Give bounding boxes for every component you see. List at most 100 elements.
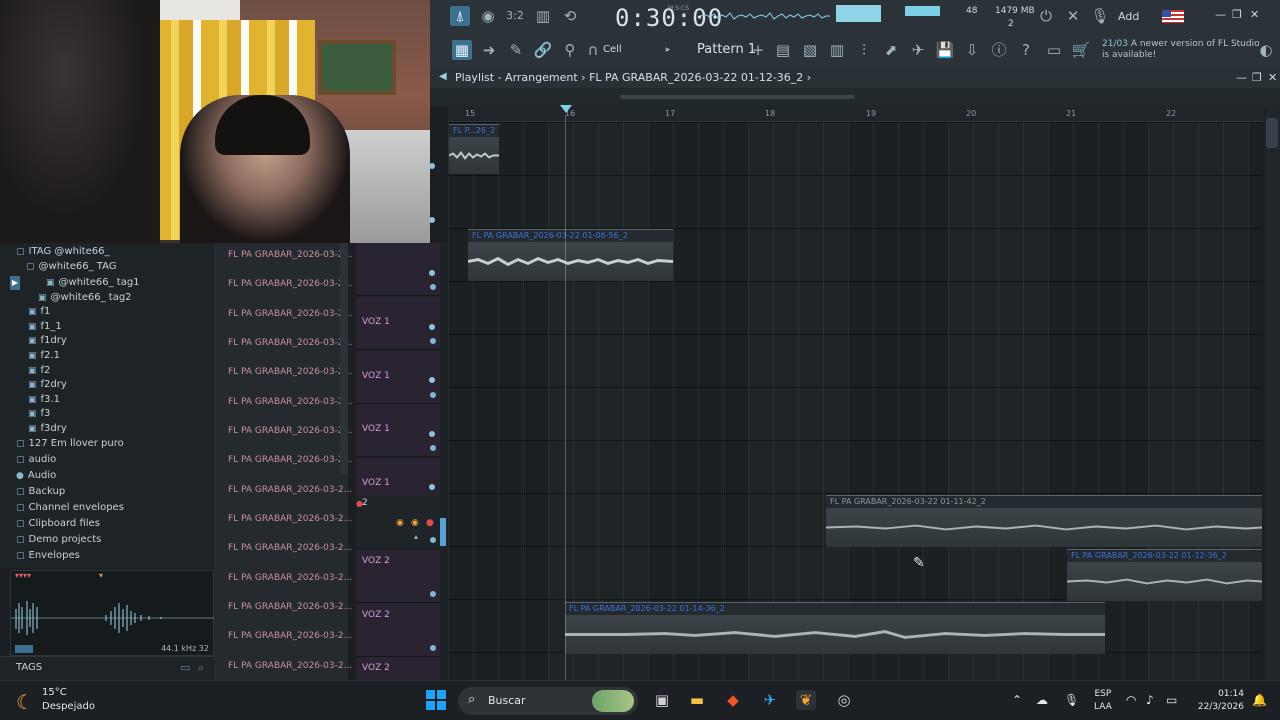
record-arm-icon[interactable]: ● <box>426 518 434 528</box>
moon-icon[interactable]: ☾ <box>16 690 34 714</box>
track-name[interactable]: FL PA GRABAR_2026-03-2... <box>228 631 352 641</box>
step-edit-icon[interactable]: ▥ <box>533 6 553 26</box>
browser-item[interactable]: ▢ Demo projects <box>16 534 101 545</box>
help-icon[interactable]: ? <box>1016 40 1036 60</box>
battery-icon[interactable]: ▭ <box>1166 693 1177 707</box>
browser-item[interactable]: ● Audio <box>16 470 56 481</box>
fl-logo-icon[interactable]: ◐ <box>1256 40 1276 60</box>
track-name[interactable]: FL PA GRABAR_2026-03-2... <box>228 485 352 495</box>
render-icon[interactable]: ⇩ <box>962 40 982 60</box>
taskbar-search[interactable]: ⌕ Buscar <box>458 687 638 715</box>
track-name[interactable]: FL PA GRABAR_2026-03-2... <box>228 367 352 377</box>
power-icon[interactable]: ⏻ <box>1036 6 1056 26</box>
browser-item[interactable]: ▣ f2dry <box>28 379 67 390</box>
track-name[interactable]: FL PA GRABAR_2026-03-2... <box>228 426 352 436</box>
browser-item[interactable]: ▣ @white66_ tag1 <box>46 277 140 288</box>
task-view-icon[interactable]: ▣ <box>652 690 672 710</box>
playlist-grid[interactable]: FL P...26_2 FL PA GRABAR_2026-03-22 01-0… <box>448 122 1262 680</box>
audio-clip[interactable]: FL PA GRABAR_2026-03-22 01-12-36_2 <box>1067 549 1262 601</box>
pencil-icon[interactable]: ✎ <box>506 40 526 60</box>
track-name[interactable]: FL PA GRABAR_2026-03-2... <box>228 661 352 671</box>
track-status-dot[interactable] <box>430 537 436 543</box>
play-icon[interactable]: ◀ <box>439 71 447 82</box>
track-status-dot[interactable] <box>430 338 436 344</box>
close-icon[interactable]: ✕ <box>1250 8 1259 21</box>
weather-temperature[interactable]: 15°C <box>42 687 67 698</box>
track-name[interactable]: FL PA GRABAR_2026-03-2... <box>228 397 352 407</box>
windows-start-icon[interactable] <box>426 690 446 710</box>
magnet-icon[interactable]: ∩ <box>583 40 603 60</box>
track-header[interactable]: VOZ 2 <box>356 550 440 603</box>
browser-item[interactable]: ▣ @white66_ tag2 <box>38 292 132 303</box>
browser-item[interactable]: ▢ Envelopes <box>16 550 80 561</box>
browser-item[interactable]: ▢ Channel envelopes <box>16 502 124 513</box>
metronome-icon[interactable]: ⍋ <box>450 6 470 26</box>
flag-icon[interactable] <box>1162 10 1184 23</box>
browser-item[interactable]: ▢ Backup <box>16 486 65 497</box>
track-status-dot[interactable] <box>430 445 436 451</box>
preview-button[interactable] <box>15 645 33 653</box>
playlist-icon[interactable]: ▦ <box>452 40 472 60</box>
vertical-scroll-thumb[interactable] <box>1266 118 1278 148</box>
window-icon[interactable]: ▭ <box>1044 40 1064 60</box>
track-name[interactable]: FL PA GRABAR_2026-03-2... <box>228 455 352 465</box>
update-notice[interactable]: 21/03 A newer version of FL Studio is av… <box>1102 39 1260 61</box>
tray-chevron-icon[interactable]: ⌃ <box>1012 693 1022 707</box>
fl-studio-icon[interactable]: ❦ <box>796 690 816 710</box>
channel-rack-icon[interactable]: ▧ <box>800 40 820 60</box>
snap-selector[interactable]: Cell <box>603 44 622 55</box>
browser-item[interactable]: ▢ @white66_ TAG <box>26 261 117 272</box>
plugin-icon[interactable]: ⫶ <box>854 40 874 60</box>
piano-roll-icon[interactable]: ▥ <box>827 40 847 60</box>
file-explorer-icon[interactable]: ▬ <box>687 690 707 710</box>
track-status-dot[interactable] <box>430 284 436 290</box>
loop-record-icon[interactable]: ⟲ <box>560 6 580 26</box>
app-icon[interactable]: ◎ <box>834 690 854 710</box>
track-name[interactable]: FL PA GRABAR_2026-03-2... <box>228 309 352 319</box>
search-icon[interactable]: ⌕ <box>198 661 204 675</box>
add-button[interactable]: Add <box>1118 10 1139 23</box>
track-status-dot[interactable] <box>430 392 436 398</box>
browser-item[interactable]: ▣ f3dry <box>28 423 67 434</box>
browser-item[interactable]: ▣ f1_1 <box>28 321 62 332</box>
track-name[interactable]: FL PA GRABAR_2026-03-2... <box>228 338 352 348</box>
track-name[interactable]: FL PA GRABAR_2026-03-2... <box>228 543 352 553</box>
track-header-selected[interactable]: 2 ● ◉ ◉ ● ▴ <box>356 496 440 549</box>
info-icon[interactable]: ⓘ <box>989 40 1009 60</box>
collapse-icon[interactable]: ▴ <box>414 532 418 541</box>
browser-item[interactable]: ▣ f1 <box>28 306 50 317</box>
track-status-dot[interactable] <box>430 591 436 597</box>
mute-icon[interactable]: ◉ <box>396 518 404 528</box>
snap-arrow-icon[interactable]: ▸ <box>658 40 678 60</box>
track-name[interactable]: FL PA GRABAR_2026-03-2... <box>228 279 352 289</box>
track-header[interactable]: VOZ 1 <box>356 404 440 457</box>
microphone-icon[interactable]: 🎙 <box>1090 6 1110 26</box>
playlist-overview[interactable] <box>430 88 1280 106</box>
track-name[interactable]: FL PA GRABAR_2026-03-2... <box>228 573 352 583</box>
cart-icon[interactable]: 🛒 <box>1071 40 1091 60</box>
stamp-icon[interactable]: ⚲ <box>560 40 580 60</box>
telegram-icon[interactable]: ✈ <box>760 690 780 710</box>
vertical-scrollbar[interactable] <box>1265 106 1280 680</box>
horizontal-scroll-thumb[interactable] <box>620 95 855 99</box>
playlist-close-icon[interactable]: ✕ <box>1268 71 1277 84</box>
browser-item[interactable]: ▣ f2 <box>28 365 50 376</box>
onedrive-icon[interactable]: ☁ <box>1036 693 1048 707</box>
minimize-icon[interactable]: — <box>1215 8 1226 21</box>
microphone-icon[interactable]: 🎙 <box>1064 693 1079 707</box>
brave-browser-icon[interactable]: ◆ <box>723 690 743 710</box>
browser-item[interactable]: ▢ 127 Em llover puro <box>16 438 124 449</box>
audio-clip[interactable]: FL PA GRABAR_2026-03-22 01-11-42_2 <box>826 495 1262 547</box>
browser-item[interactable]: ▢ Clipboard files <box>16 518 100 529</box>
link-icon[interactable]: 🔗 <box>533 40 553 60</box>
folder-icon[interactable]: ▭ <box>180 661 190 674</box>
track-name[interactable]: FL PA GRABAR_2026-03-2... <box>228 514 352 524</box>
track-header[interactable]: VOZ 2 <box>356 604 440 657</box>
browser-icon[interactable]: ⬈ <box>881 40 901 60</box>
track-name[interactable]: FL PA GRABAR_2026-03-2... <box>228 250 352 260</box>
audio-clip[interactable]: FL PA GRABAR_2026-03-22 01-14-36_2 <box>565 602 1105 654</box>
playhead-marker[interactable] <box>560 105 572 113</box>
playlist-minimize-icon[interactable]: — <box>1236 71 1247 84</box>
track-name[interactable]: FL PA GRABAR_2026-03-2... <box>228 602 352 612</box>
solo-icon[interactable]: ◉ <box>411 518 419 528</box>
